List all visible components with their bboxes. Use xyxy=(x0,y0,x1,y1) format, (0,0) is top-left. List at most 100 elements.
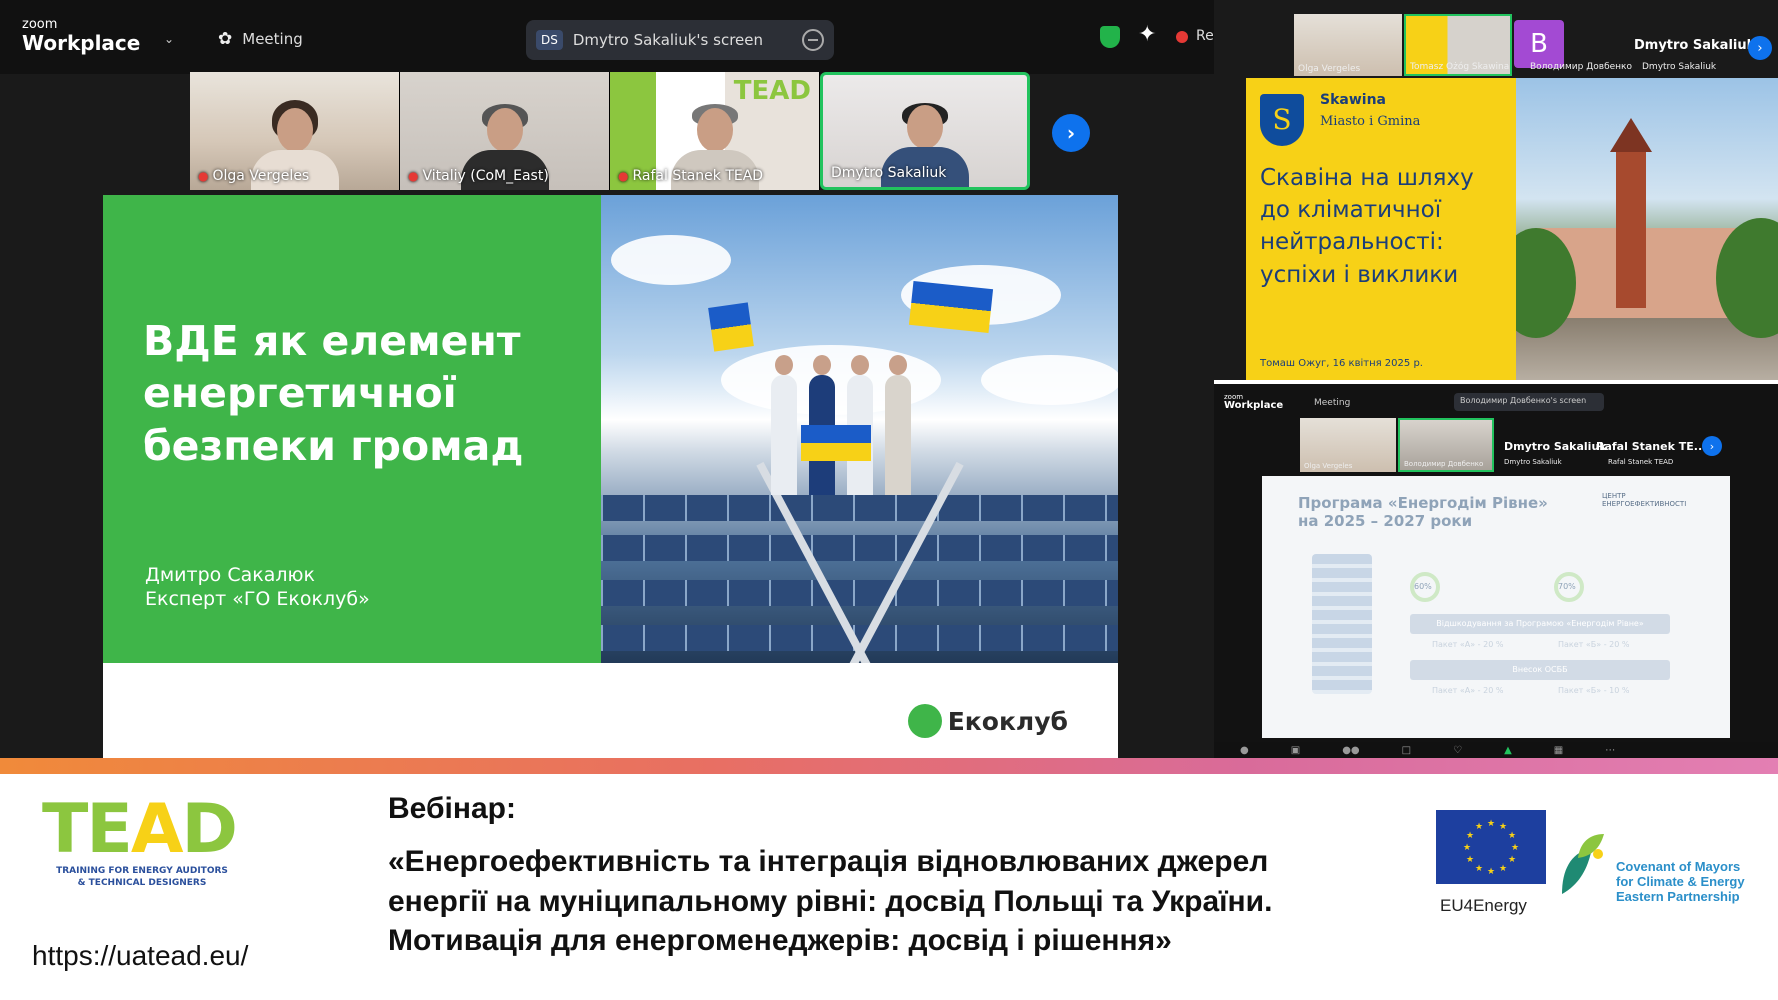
author-role: Експерт «ГО Екоклуб» xyxy=(145,588,370,611)
mic-icon[interactable]: ● xyxy=(1240,745,1249,756)
svg-text:★: ★ xyxy=(1499,822,1507,832)
slide-green-panel: ВДЕ як елемент енергетичної безпеки гром… xyxy=(103,195,601,663)
ai-companion-icon[interactable]: ✦ xyxy=(1138,22,1156,47)
zoom-bottom-toolbar: ● ▣ ●● □ ♡ ▲ ▦ ⋯ xyxy=(1214,742,1778,758)
solar-panels-photo xyxy=(601,195,1118,663)
svg-text:★: ★ xyxy=(1466,831,1474,841)
next-participants-button[interactable]: › xyxy=(1748,36,1772,60)
participant-name: ● Olga Vergeles xyxy=(198,168,310,184)
ring-label: 60% xyxy=(1414,582,1432,591)
screen-share-indicator[interactable]: Володимир Довбенко's screen xyxy=(1454,393,1604,411)
gradient-divider xyxy=(0,758,1778,774)
tead-logo-wordmark: TEAD xyxy=(42,790,238,869)
website-url[interactable]: https://uatead.eu/ xyxy=(32,940,248,972)
apps-icon[interactable]: ▦ xyxy=(1554,745,1563,756)
participant-tile[interactable]: ● Vitaliy (CoM_East) xyxy=(400,72,610,190)
chevron-right-icon: › xyxy=(1757,40,1763,56)
svg-text:★: ★ xyxy=(1475,822,1483,832)
svg-text:★: ★ xyxy=(1508,831,1516,841)
right-bottom-zoom-window: zoom Workplace Meeting Володимир Довбенк… xyxy=(1214,384,1778,758)
participant-tile-active-speaker[interactable]: Володимир Довбенко xyxy=(1398,418,1494,472)
covenant-of-mayors-text: Covenant of Mayors for Climate & Energy … xyxy=(1616,859,1745,904)
skawina-slide: S Skawina Miasto i Gmina Скавіна на шлях… xyxy=(1246,78,1516,380)
next-participants-button[interactable]: › xyxy=(1052,114,1090,152)
chevron-down-icon[interactable]: ⌄ xyxy=(164,32,174,46)
zoom-logo: zoom Workplace xyxy=(1224,393,1284,411)
svg-text:★: ★ xyxy=(1463,843,1471,853)
chevron-right-icon: › xyxy=(1066,121,1076,145)
eu4energy-label: EU4Energy xyxy=(1440,896,1527,915)
webinar-footer: TEAD TRAINING FOR ENERGY AUDITORS & TECH… xyxy=(0,774,1778,1000)
energy-center-logo: ЦЕНТР ЕНЕРГОЕФЕКТИВНОСТІ xyxy=(1602,492,1687,508)
svg-text:★: ★ xyxy=(1508,855,1516,865)
record-label: Re xyxy=(1196,28,1214,44)
record-icon[interactable] xyxy=(1176,31,1188,43)
participant-name: Dmytro Sakaliuk xyxy=(831,165,947,181)
participant-tile-active-speaker[interactable]: Dmytro Sakaliuk xyxy=(820,72,1030,190)
share-label: Dmytro Sakaliuk's screen xyxy=(572,31,763,49)
zoom-logo: zoom Workplace xyxy=(22,18,140,53)
skawina-slide-footer: Томаш Ожуг, 16 квітня 2025 р. xyxy=(1260,358,1423,369)
mic-muted-icon: ● xyxy=(408,169,419,183)
skawina-town-photo xyxy=(1516,78,1778,380)
meeting-label[interactable]: Meeting xyxy=(1314,398,1350,408)
participant-strip: ● Olga Vergeles ● Vitaliy (CoM_East) TEAD … xyxy=(190,72,1030,192)
share-icon[interactable]: ▲ xyxy=(1504,745,1512,756)
svg-text:★: ★ xyxy=(1487,819,1495,829)
participant-strip: Olga Vergeles Володимир Довбенко xyxy=(1300,418,1494,472)
webinar-label: Вебінар: xyxy=(388,792,516,825)
mic-muted-icon: ● xyxy=(618,169,629,183)
chevron-right-icon: › xyxy=(1709,439,1715,453)
meeting-label: Meeting xyxy=(242,30,303,48)
skawina-crest-icon: S xyxy=(1260,94,1304,146)
participants-icon[interactable]: ●● xyxy=(1342,745,1359,756)
svg-text:★: ★ xyxy=(1511,843,1519,853)
participant-tile[interactable]: TEAD ● Rafal Stanek TEAD xyxy=(610,72,820,190)
eu-stars-icon: ★ ★★ ★★★ ★★★ ★★★ xyxy=(1463,819,1519,877)
mini-participant-strip: Olga Vergeles Tomasz Ożóg Skawina xyxy=(1294,14,1512,76)
participant-name: Dmytro Sakaliuk xyxy=(1504,440,1607,453)
rivne-program-slide: Програма «Енергодім Рівне» на 2025 – 202… xyxy=(1262,476,1730,738)
covenant-of-mayors-leaf-icon xyxy=(1562,834,1604,894)
zoom-top-bar: zoom Workplace ⌄ ✿ Meeting DS Dmytro Sak… xyxy=(0,0,1214,74)
skawina-subtitle: Miasto i Gmina xyxy=(1320,114,1421,129)
ecoclub-leaf-icon xyxy=(907,704,942,738)
author-name: Дмитро Сакалюк xyxy=(145,564,315,586)
main-zoom-window: zoom Workplace ⌄ ✿ Meeting DS Dmytro Sak… xyxy=(0,0,1214,758)
meeting-menu[interactable]: ✿ Meeting xyxy=(218,29,303,49)
screen-share-indicator[interactable]: DS Dmytro Sakaliuk's screen xyxy=(526,20,834,60)
participant-tile[interactable]: Olga Vergeles xyxy=(1294,14,1402,76)
ecoclub-logo: Екоклуб xyxy=(907,704,1068,738)
zoom-logo-bottom: Workplace xyxy=(22,31,141,55)
participant-avatar[interactable]: B xyxy=(1514,20,1564,68)
mic-muted-icon: ● xyxy=(198,169,209,183)
more-icon[interactable]: ⋯ xyxy=(1605,745,1615,756)
participant-subname: Dmytro Sakaliuk xyxy=(1504,458,1562,466)
speaker-name: Dmytro Sakaliuk xyxy=(1634,38,1756,53)
chat-icon[interactable]: □ xyxy=(1402,745,1411,756)
webinar-title: «Енергоефективність та інтеграція віднов… xyxy=(388,845,1273,958)
people-with-flags xyxy=(708,280,994,495)
skawina-city: Skawina xyxy=(1320,92,1386,108)
program-bar: Внесок ОСББ xyxy=(1410,660,1670,680)
security-shield-icon[interactable] xyxy=(1100,26,1120,48)
building-illustration xyxy=(1312,554,1372,694)
tead-logo-subtitle: TRAINING FOR ENERGY AUDITORS & TECHNICAL… xyxy=(56,866,228,888)
participant-tile[interactable]: Olga Vergeles xyxy=(1300,418,1396,472)
stop-share-icon[interactable] xyxy=(802,29,824,51)
next-participants-button[interactable]: › xyxy=(1702,436,1722,456)
participant-subname: Rafal Stanek TEAD xyxy=(1608,458,1674,466)
react-icon[interactable]: ♡ xyxy=(1453,745,1462,756)
rivne-slide-title: Програма «Енергодім Рівне» на 2025 – 202… xyxy=(1298,494,1548,530)
participant-tile-active-speaker[interactable]: Tomasz Ożóg Skawina xyxy=(1404,14,1512,76)
slide-title: ВДЕ як елемент енергетичної безпеки гром… xyxy=(143,317,524,470)
svg-text:★: ★ xyxy=(1499,864,1507,874)
screenshot-root: zoom Workplace ⌄ ✿ Meeting DS Dmytro Sak… xyxy=(0,0,1778,1000)
ring-label: 70% xyxy=(1558,582,1576,591)
participant-tile[interactable]: ● Olga Vergeles xyxy=(190,72,400,190)
slide-author: Дмитро Сакалюк Експерт «ГО Екоклуб» xyxy=(145,563,370,612)
sharer-initials-badge: DS xyxy=(536,30,563,50)
participant-name: ● Vitaliy (CoM_East) xyxy=(408,168,549,184)
video-icon[interactable]: ▣ xyxy=(1291,745,1300,756)
participant-name: Володимир Довбенко xyxy=(1530,62,1632,72)
